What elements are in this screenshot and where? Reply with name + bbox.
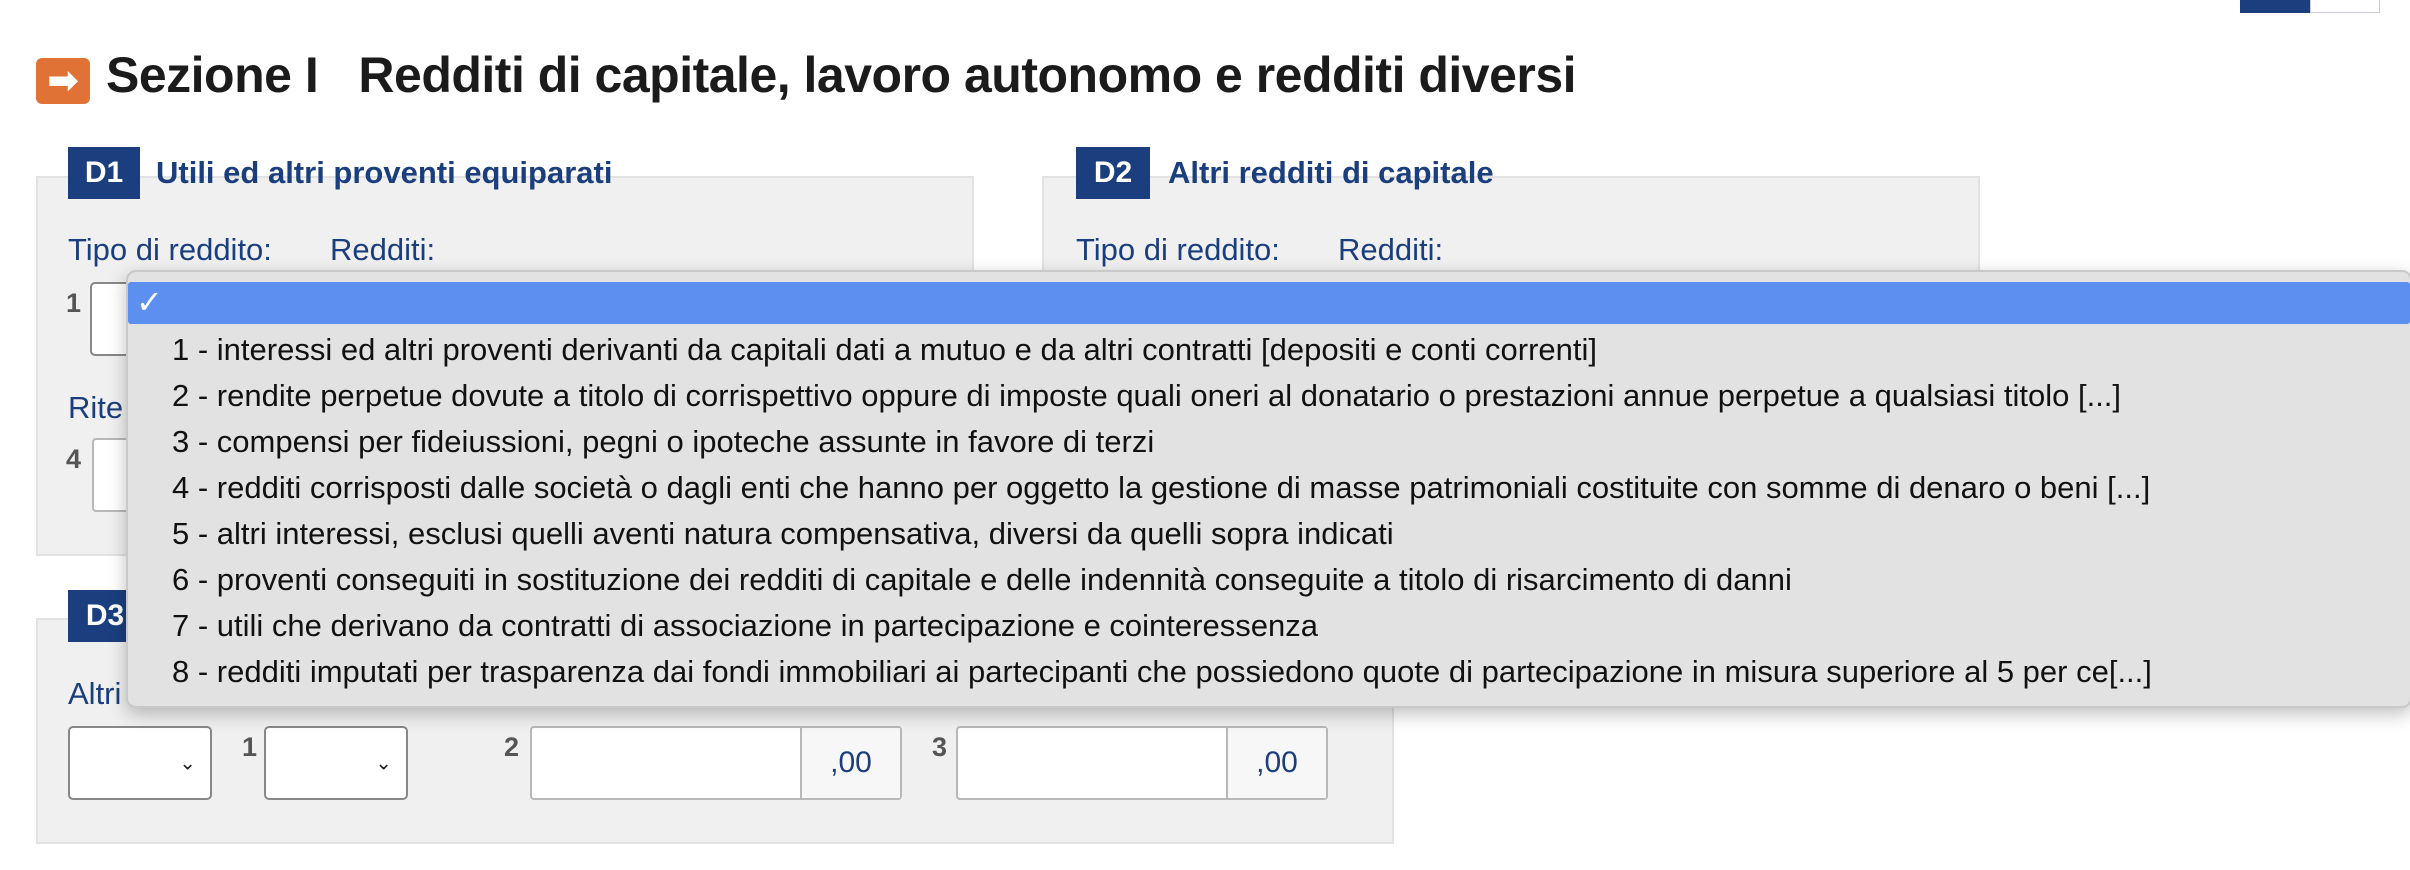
d3-redditi-input[interactable]: ,00 xyxy=(530,726,902,800)
currency-suffix: ,00 xyxy=(800,728,900,798)
d1-ritenute-input[interactable] xyxy=(92,438,130,512)
d1-field-number-1: 1 xyxy=(66,288,82,318)
panel-d2-title: Altri redditi di capitale xyxy=(1168,155,1494,190)
d1-field-number-4: 4 xyxy=(66,444,82,474)
d2-label-tipo-reddito: Tipo di reddito: xyxy=(1076,232,1280,267)
dropdown-option[interactable]: 4 - redditi corrisposti dalle società o … xyxy=(172,470,2150,506)
chevron-down-icon: ⌄ xyxy=(375,752,392,775)
panel-d2-badge: D2 xyxy=(1076,147,1150,199)
dropdown-option[interactable]: 8 - redditi imputati per trasparenza dai… xyxy=(172,654,2152,690)
d3-tipo-reddito-select[interactable]: ⌄ xyxy=(264,726,408,800)
d1-label-ritenute: Rite xyxy=(68,390,124,425)
panel-d1-title: Utili ed altri proventi equiparati xyxy=(156,155,613,190)
check-icon: ✓ xyxy=(136,284,163,320)
dropdown-option[interactable]: 3 - compensi per fideiussioni, pegni o i… xyxy=(172,424,1154,460)
d1-label-tipo-reddito: Tipo di reddito: xyxy=(68,232,272,267)
d3-ritenute-input[interactable]: ,00 xyxy=(956,726,1328,800)
dropdown-option[interactable]: 2 - rendite perpetue dovute a titolo di … xyxy=(172,378,2121,414)
tipo-reddito-dropdown-list[interactable]: ✓ 1 - interessi ed altri proventi deriva… xyxy=(126,270,2410,708)
currency-suffix: ,00 xyxy=(1226,728,1326,798)
d2-label-redditi: Redditi: xyxy=(1338,232,1444,267)
d1-tipo-reddito-select[interactable] xyxy=(90,282,130,356)
section-title: Sezione I Redditi di capitale, lavoro au… xyxy=(106,47,1577,103)
d3-field-number-2: 2 xyxy=(504,732,520,762)
d1-label-redditi: Redditi: xyxy=(330,232,436,267)
panel-d1-badge: D1 xyxy=(68,147,140,199)
dropdown-option[interactable]: 1 - interessi ed altri proventi derivant… xyxy=(172,332,1597,368)
d3-field-number-3: 3 xyxy=(932,732,948,762)
d3-field-number-1: 1 xyxy=(242,732,258,762)
pagination-button[interactable] xyxy=(2310,0,2380,13)
dropdown-option[interactable]: 7 - utili che derivano da contratti di a… xyxy=(172,608,1318,644)
dropdown-option[interactable]: 5 - altri interessi, esclusi quelli aven… xyxy=(172,516,1394,552)
dropdown-option[interactable]: 6 - proventi conseguiti in sostituzione … xyxy=(172,562,1792,598)
dropdown-option-empty-selected[interactable]: ✓ xyxy=(128,282,2410,324)
arrow-right-icon: ➡ xyxy=(36,58,90,104)
chevron-down-icon: ⌄ xyxy=(179,752,196,775)
d3-altri-dati-select[interactable]: ⌄ xyxy=(68,726,212,800)
pagination-active-button[interactable] xyxy=(2240,0,2310,13)
